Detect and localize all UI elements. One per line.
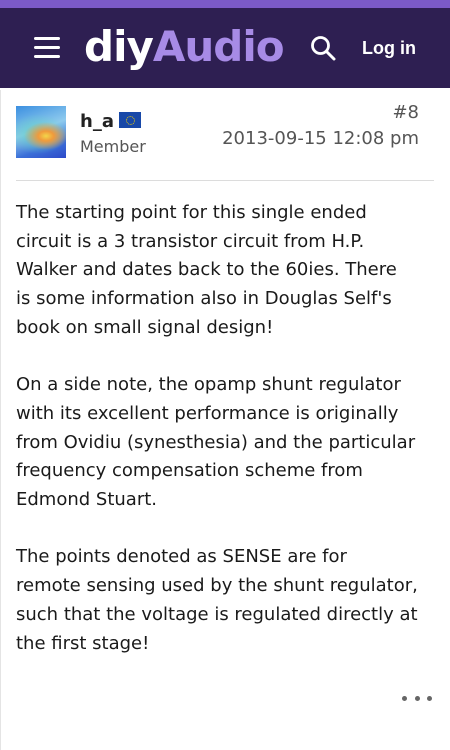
post-date-link[interactable]: 2013-09-15 12:08 pm: [222, 128, 419, 150]
post-paragraph-2: On a side note, the opamp shunt regulato…: [16, 371, 444, 515]
post-paragraph-3: The points denoted as SENSE are for remo…: [16, 543, 444, 658]
body-line: from Ovidiu (synesthesia) and the partic…: [16, 431, 416, 453]
body-line: book on small signal design!: [16, 316, 274, 338]
body-line: On a side note, the opamp shunt regulato…: [16, 374, 401, 396]
body-line: is some information also in Douglas Self…: [16, 288, 392, 310]
post-body: The starting point for this single ended…: [16, 199, 444, 687]
top-accent-bar: [0, 0, 450, 8]
eu-flag-icon: [119, 112, 141, 128]
header-divider: [16, 180, 434, 181]
body-line: remote sensing used by the shunt regulat…: [16, 575, 418, 597]
login-button[interactable]: Log in: [362, 34, 416, 62]
body-line: circuit is a 3 transistor circuit from H…: [16, 230, 365, 252]
avatar[interactable]: [16, 106, 66, 158]
post-paragraph-1: The starting point for this single ended…: [16, 199, 444, 343]
hamburger-menu-icon[interactable]: [34, 37, 62, 59]
logo-text-audio: Audio: [152, 22, 285, 71]
author-name[interactable]: h_a: [80, 110, 114, 134]
more-options-icon[interactable]: [402, 693, 432, 703]
body-line: with its excellent performance is origin…: [16, 402, 399, 424]
site-header: diyAudio Log in: [0, 8, 450, 88]
author-title: Member: [80, 137, 146, 156]
body-line: frequency compensation scheme from: [16, 460, 363, 482]
post-number-link[interactable]: #8: [392, 102, 419, 124]
body-line: Walker and dates back to the 60ies. Ther…: [16, 259, 397, 281]
body-line: such that the voltage is regulated direc…: [16, 603, 418, 625]
body-line: the first stage!: [16, 632, 150, 654]
page: diyAudio Log in h_a Member #8 2013-09-15…: [0, 0, 450, 750]
search-icon[interactable]: [310, 35, 336, 61]
body-line: The starting point for this single ended: [16, 202, 367, 223]
site-logo[interactable]: diyAudio: [84, 19, 285, 75]
logo-text-diy: diy: [84, 22, 154, 71]
body-line: Edmond Stuart.: [16, 489, 158, 511]
body-line: The points denoted as SENSE are for: [16, 546, 347, 568]
